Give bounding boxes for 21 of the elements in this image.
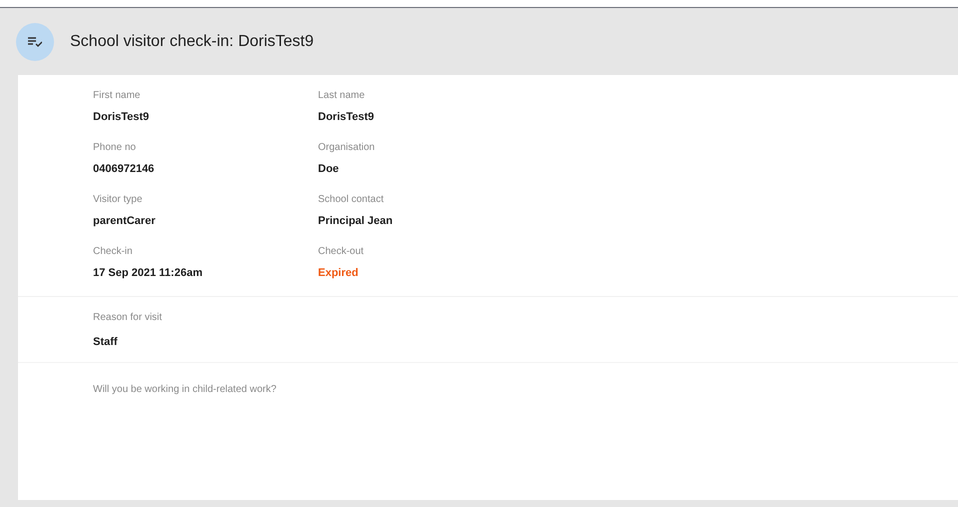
field-label: Reason for visit: [93, 312, 163, 323]
field-label: Organisation: [318, 142, 376, 153]
field-value: DorisTest9: [318, 111, 376, 123]
field-label: Check-out: [318, 246, 365, 257]
field-label: School contact: [318, 194, 385, 205]
field-value: Expired: [318, 267, 360, 279]
field-value: parentCarer: [93, 215, 156, 227]
field-value: Doe: [318, 163, 340, 175]
field-value: Principal Jean: [318, 215, 394, 227]
field-label: Check-in: [93, 246, 134, 257]
field-label: Last name: [318, 90, 366, 101]
field-value: Staff: [93, 336, 118, 348]
field-value: 0406972146: [93, 163, 156, 175]
field-label: Visitor type: [93, 194, 144, 205]
checklist-icon: [28, 36, 42, 46]
field-value: 17 Sep 2021 11:26am: [93, 267, 204, 279]
field-label: Phone no: [93, 142, 137, 153]
field-label: First name: [93, 90, 142, 101]
page-title: School visitor check-in: DorisTest9: [70, 32, 314, 50]
field-value: DorisTest9: [93, 111, 150, 123]
question-text: Will you be working in child-related work?: [93, 384, 276, 395]
